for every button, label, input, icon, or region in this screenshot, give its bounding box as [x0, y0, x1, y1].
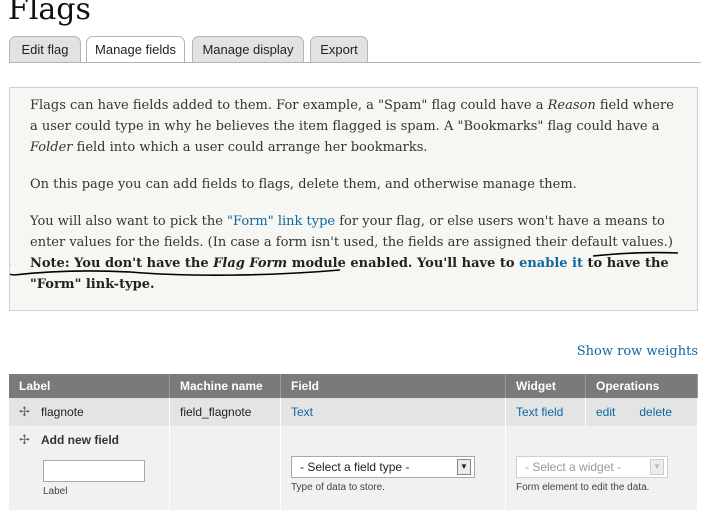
column-header-field: Field [280, 374, 506, 398]
column-header-operations: Operations [585, 374, 698, 398]
drag-handle-icon[interactable]: ✢ [19, 432, 33, 448]
add-new-field-title: Add new field [41, 433, 119, 447]
help-paragraph-1: Flags can have fields added to them. For… [30, 95, 680, 158]
tab-divider [9, 62, 701, 63]
widget-caption: Form element to edit the data. [516, 482, 650, 493]
help-emphasis: Folder [30, 140, 73, 155]
dropdown-arrow-icon: ▼ [457, 459, 471, 475]
help-text: You will also want to pick the [30, 214, 228, 229]
field-label: flagnote [41, 405, 84, 419]
widget-cell: Text field [505, 398, 586, 426]
help-box: Flags can have fields added to them. For… [9, 87, 698, 311]
note-text: module enabled. [287, 256, 413, 271]
add-widget-cell: - Select a widget - ▼ Form element to edi… [505, 426, 698, 510]
enable-it-link[interactable]: enable it [519, 256, 583, 271]
form-link-type-link[interactable]: "Form" link type [227, 214, 335, 229]
new-field-label-input[interactable] [43, 460, 145, 482]
delete-link[interactable]: delete [639, 405, 672, 419]
add-label-cell: ✢ Add new field Label [9, 426, 170, 510]
tab-manage-fields[interactable]: Manage fields [86, 36, 185, 63]
help-text: field into which a user could arrange he… [72, 140, 428, 155]
widget-select-value: - Select a widget - [525, 460, 622, 474]
page-title: Flags [8, 0, 91, 27]
help-paragraph-3: You will also want to pick the "Form" li… [30, 211, 680, 295]
tab-export[interactable]: Export [310, 36, 368, 62]
table-header-row: Label Machine name Field Widget Operatio… [9, 374, 698, 398]
note-emphasis: Flag Form [213, 256, 288, 271]
note-text: Note: You don't have the [30, 256, 214, 271]
table-row: ✢ flagnote field_flagnote Text Text field… [9, 398, 698, 426]
add-new-field-row: ✢ Add new field Label - Select a field ty… [9, 426, 698, 510]
help-paragraph-2: On this page you can add fields to flags… [30, 177, 577, 192]
column-header-machine-name: Machine name [169, 374, 281, 398]
add-field-type-cell: - Select a field type - ▼ Type of data to… [280, 426, 506, 510]
machine-name-cell: field_flagnote [169, 398, 281, 426]
help-emphasis: Reason [547, 98, 596, 113]
field-type-select-value: - Select a field type - [300, 460, 410, 474]
operations-cell: edit delete [585, 398, 698, 426]
field-type-cell: Text [280, 398, 506, 426]
widget-select[interactable]: - Select a widget - ▼ [516, 456, 668, 478]
dropdown-arrow-icon: ▼ [650, 459, 664, 475]
help-text: Flags can have fields added to them. For… [30, 98, 548, 113]
tab-edit-flag[interactable]: Edit flag [9, 36, 81, 62]
column-header-label: Label [9, 374, 170, 398]
field-type-caption: Type of data to store. [291, 482, 385, 493]
field-type-link[interactable]: Text [291, 405, 313, 419]
column-header-widget: Widget [505, 374, 586, 398]
fields-table: Label Machine name Field Widget Operatio… [9, 374, 698, 510]
edit-link[interactable]: edit [596, 405, 615, 419]
label-cell: ✢ flagnote [9, 398, 170, 426]
note-text: You'll have to [412, 256, 520, 271]
drag-handle-icon[interactable]: ✢ [19, 404, 33, 420]
label-caption: Label [43, 486, 68, 497]
tab-manage-display[interactable]: Manage display [192, 36, 304, 62]
field-type-select[interactable]: - Select a field type - ▼ [291, 456, 475, 478]
widget-link[interactable]: Text field [516, 405, 563, 419]
module-note: Note: You don't have the Flag Form modul… [30, 256, 669, 292]
add-machine-name-cell [169, 426, 281, 510]
show-row-weights-link[interactable]: Show row weights [577, 344, 698, 359]
